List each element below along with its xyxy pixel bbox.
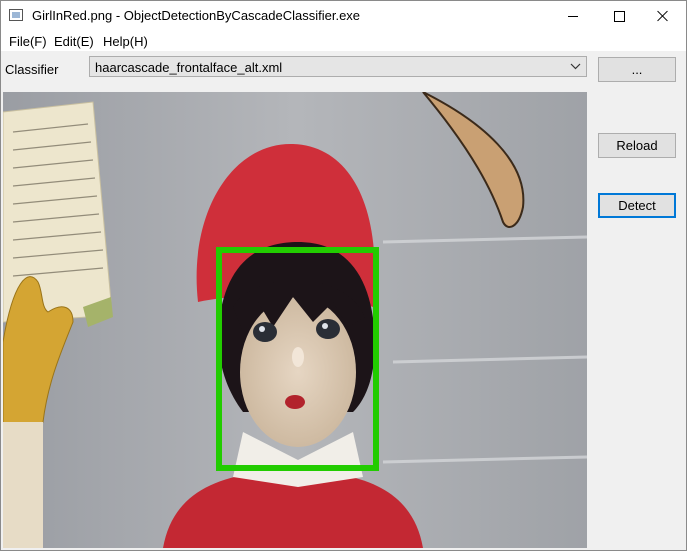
classifier-selected-value: haarcascade_frontalface_alt.xml	[95, 60, 283, 75]
window-title: GirlInRed.png - ObjectDetectionByCascade…	[32, 8, 361, 23]
title-bar[interactable]: GirlInRed.png - ObjectDetectionByCascade…	[1, 1, 686, 31]
menu-help[interactable]: Help(H)	[103, 34, 148, 49]
menu-edit[interactable]: Edit(E)	[54, 34, 94, 49]
maximize-button[interactable]	[596, 1, 642, 31]
close-icon	[657, 10, 669, 22]
photo-doll-girl-in-red	[3, 92, 587, 548]
app-window: GirlInRed.png - ObjectDetectionByCascade…	[0, 0, 687, 551]
menu-file[interactable]: File(F)	[9, 34, 47, 49]
image-file-icon	[9, 9, 23, 21]
minimize-button[interactable]	[550, 1, 596, 31]
classifier-select[interactable]: haarcascade_frontalface_alt.xml	[89, 56, 587, 77]
browse-button[interactable]: ...	[598, 57, 676, 82]
chevron-down-icon	[570, 63, 581, 70]
detect-button[interactable]: Detect	[598, 193, 676, 218]
classifier-label: Classifier	[5, 62, 59, 77]
image-canvas[interactable]	[3, 92, 587, 548]
menu-bar: File(F) Edit(E) Help(H)	[1, 31, 686, 51]
minimize-icon	[568, 15, 578, 17]
close-button[interactable]	[640, 1, 686, 31]
maximize-icon	[613, 10, 625, 22]
reload-button[interactable]: Reload	[598, 133, 676, 158]
